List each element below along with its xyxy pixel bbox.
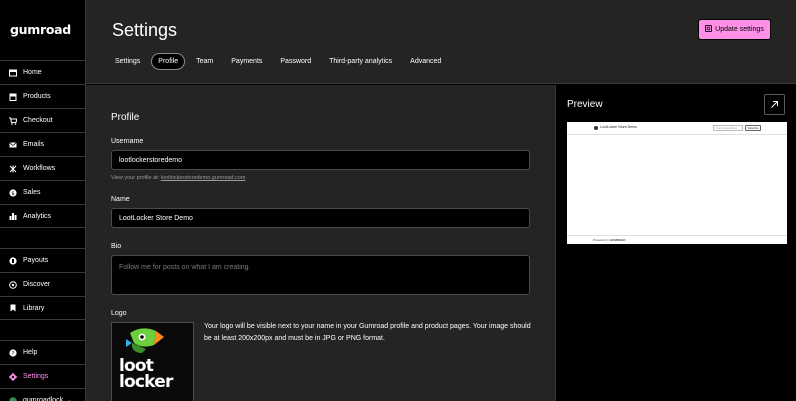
cart-icon [9, 117, 17, 125]
sidebar-item-payouts[interactable]: Payouts [0, 248, 85, 272]
sidebar-item-products[interactable]: Products [0, 84, 85, 108]
tab-settings[interactable]: Settings [108, 53, 147, 70]
avatar-icon [9, 396, 17, 401]
sidebar-item-help[interactable]: ? Help [0, 340, 85, 364]
sidebar-item-label: Checkout [23, 117, 53, 124]
compass-icon [9, 280, 17, 289]
logo-description: Your logo will be visible next to your n… [204, 323, 531, 342]
sidebar-item-label: Products [23, 93, 51, 100]
sidebar-item-workflows[interactable]: Workflows [0, 156, 85, 180]
logo-label: Logo [111, 310, 127, 317]
profile-url-hint: View your profile at: lootlockerstoredem… [111, 175, 245, 181]
sidebar-item-checkout[interactable]: Checkout [0, 108, 85, 132]
home-icon [9, 69, 17, 77]
sidebar-item-sales[interactable]: $ Sales [0, 180, 85, 204]
sidebar-item-label: Help [23, 349, 38, 356]
dollar-icon: $ [9, 188, 17, 197]
powered-by-text: Powered by [593, 238, 609, 242]
bar-chart-icon [9, 212, 17, 220]
profile-preview-frame: LootLocker Store Demo Your email address… [567, 122, 787, 244]
sidebar-item-settings[interactable]: Settings [0, 364, 85, 388]
tab-password[interactable]: Password [273, 53, 318, 70]
preview-powered-by: Powered by GUMROAD [593, 238, 626, 242]
bookmark-icon [9, 304, 17, 312]
sidebar-item-label: Library [23, 304, 45, 312]
settings-tabs: Settings Profile Team Payments Password … [108, 53, 452, 70]
workflow-icon [9, 165, 17, 173]
help-icon: ? [9, 348, 17, 357]
sidebar-item-label: Settings [23, 373, 49, 380]
preview-footer: Powered by GUMROAD [567, 235, 787, 244]
update-settings-label: Update settings [715, 26, 764, 33]
sidebar-item-label: Sales [23, 189, 41, 196]
sidebar-item-library[interactable]: Library [0, 296, 85, 320]
username-field[interactable]: lootlockerstoredemo [111, 150, 530, 170]
sidebar-item-home[interactable]: Home [0, 60, 85, 84]
svg-text:$: $ [11, 191, 15, 197]
sidebar-item-label: Workflows [23, 165, 56, 172]
tab-payments[interactable]: Payments [224, 53, 269, 70]
logo-word-locker: locker [119, 372, 173, 392]
mail-icon [9, 141, 17, 149]
sidebar-item-analytics[interactable]: Analytics [0, 204, 85, 228]
preview-avatar [594, 126, 598, 130]
name-label: Name [111, 196, 130, 203]
box-icon [9, 93, 17, 101]
profile-form: Profile Username lootlockerstoredemo Vie… [86, 85, 556, 401]
sidebar-item-discover[interactable]: Discover [0, 272, 85, 296]
preview-subscribe-button: Subscribe [745, 125, 761, 131]
powered-by-brand: GUMROAD [609, 238, 626, 242]
name-field[interactable]: LootLocker Store Demo [111, 208, 530, 228]
open-preview-button[interactable] [764, 94, 785, 115]
sidebar-item-label: Analytics [23, 212, 52, 220]
sidebar-item-label: Home [23, 69, 42, 76]
hint-prefix: View your profile at: [111, 175, 160, 181]
sidebar-item-label: Payouts [23, 257, 49, 264]
save-icon [705, 25, 713, 34]
sidebar-item-label: Emails [23, 141, 45, 148]
tab-advanced[interactable]: Advanced [403, 53, 448, 70]
section-title: Profile [111, 112, 140, 123]
svg-text:?: ? [12, 351, 15, 357]
sidebar-item-label: gumroadlock [23, 397, 64, 401]
gumroad-logo[interactable]: Gumroad [10, 22, 71, 37]
header: Settings Update settings Settings Profil… [86, 0, 796, 84]
tab-third-party-analytics[interactable]: Third-party analytics [322, 53, 399, 70]
preview-store-name: LootLocker Store Demo [600, 125, 637, 129]
sidebar: Gumroad Home Products Checkout Emails Wo… [0, 0, 86, 401]
chevron-down-icon: ⌄ [67, 398, 73, 401]
sidebar-item-emails[interactable]: Emails [0, 132, 85, 156]
tab-team[interactable]: Team [189, 53, 220, 70]
update-settings-button[interactable]: Update settings [698, 19, 771, 40]
external-link-icon [770, 96, 779, 114]
sidebar-item-label: Discover [23, 281, 51, 288]
username-label: Username [111, 138, 144, 145]
sidebar-item-account[interactable]: gumroadlock ⌄ [0, 388, 85, 401]
preview-header: LootLocker Store Demo Your email address… [567, 122, 787, 135]
gear-icon [9, 372, 17, 381]
preview-title: Preview [567, 99, 603, 110]
preview-email-input: Your email address [713, 125, 743, 131]
bio-label: Bio [111, 243, 122, 250]
bio-field[interactable]: Follow me for posts on what I am creatin… [111, 255, 530, 295]
logo-wordmark: loot locker [119, 358, 173, 392]
tab-profile[interactable]: Profile [151, 53, 186, 70]
bank-icon [9, 256, 17, 265]
profile-url-link[interactable]: lootlockerstoredemo.gumroad.com [161, 175, 246, 181]
page-title: Settings [112, 20, 178, 40]
preview-panel: Preview LootLocker Store Demo Your email… [557, 85, 796, 401]
